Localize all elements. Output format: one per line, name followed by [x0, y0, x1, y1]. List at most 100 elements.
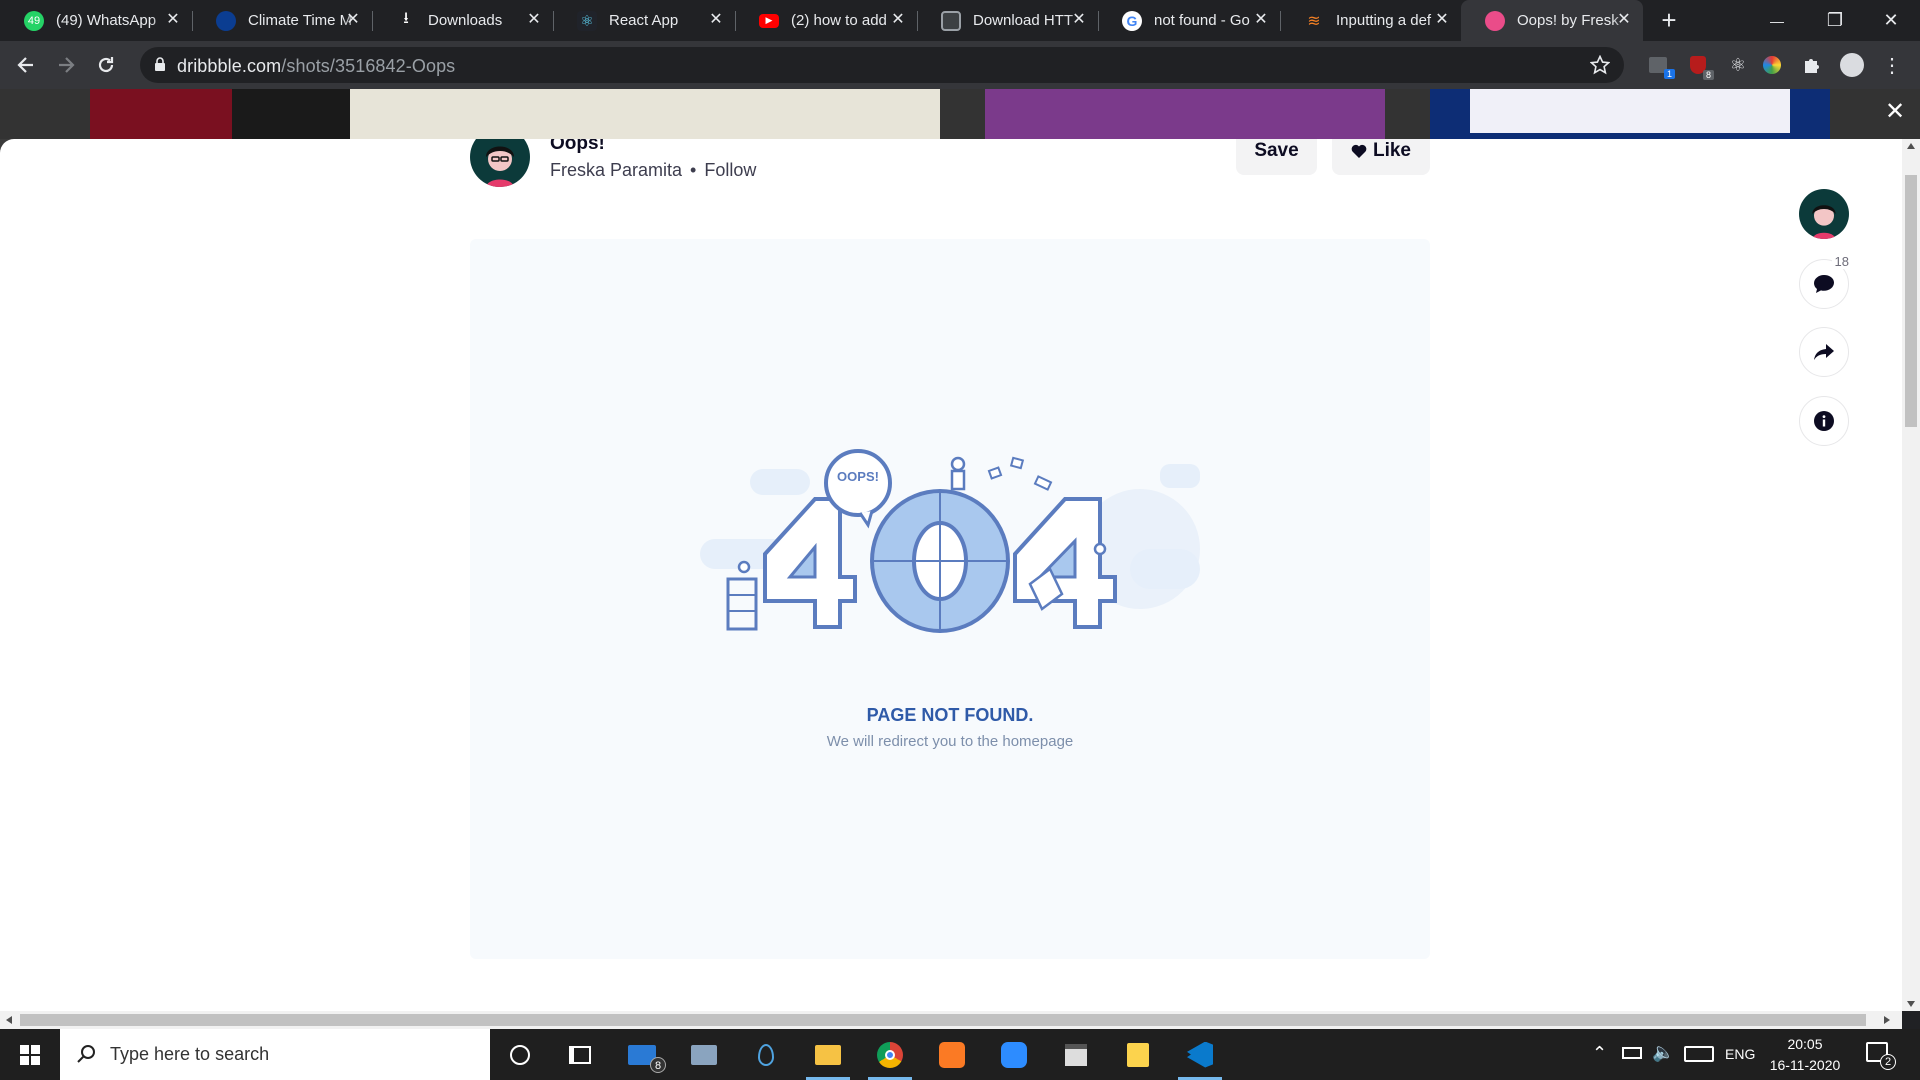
tab-dribbble-active[interactable]: Oops! by Fresk ✕ — [1461, 0, 1643, 41]
search-icon — [77, 1045, 95, 1063]
close-icon: ✕ — [1883, 10, 1899, 30]
search-placeholder: Type here to search — [110, 1044, 270, 1064]
minimize-button[interactable]: — — [1748, 0, 1806, 41]
whatsapp-icon: 49 — [24, 10, 44, 31]
drop-app-icon[interactable] — [738, 1029, 794, 1080]
file-explorer-icon[interactable] — [800, 1029, 856, 1080]
shot-image: OOPS! PAGE NOT FOUND. We will redirect y… — [470, 239, 1430, 959]
comment-icon — [1814, 275, 1834, 293]
scroll-down-arrow-icon[interactable] — [1907, 1001, 1915, 1007]
restore-icon: ❐ — [1826, 10, 1844, 30]
puzzle-extensions-icon[interactable] — [1800, 53, 1824, 77]
url-text: dribbble.com/shots/3516842-Oops — [177, 56, 455, 77]
start-button[interactable] — [2, 1029, 58, 1080]
close-tab-icon[interactable]: ✕ — [707, 11, 725, 29]
close-tab-icon[interactable]: ✕ — [1252, 11, 1270, 29]
horizontal-scroll-thumb[interactable] — [20, 1014, 1866, 1026]
background-shots-strip: ✕ — [0, 89, 1920, 139]
redirect-subtext: We will redirect you to the homepage — [826, 733, 1074, 750]
notification-count: 2 — [1880, 1054, 1896, 1070]
close-window-button[interactable]: ✕ — [1862, 0, 1920, 41]
close-tab-icon[interactable]: ✕ — [1433, 11, 1451, 29]
new-tab-button[interactable]: + — [1640, 0, 1698, 41]
page-not-found-heading: PAGE NOT FOUND. — [866, 705, 1034, 725]
share-arrow-icon — [1814, 344, 1834, 360]
react-icon: ⚛ — [577, 10, 597, 31]
share-button[interactable] — [1799, 327, 1849, 377]
close-tab-icon[interactable]: ✕ — [1070, 11, 1088, 29]
tab-react-app[interactable]: ⚛ React App ✕ — [553, 0, 735, 41]
separator-dot: • — [690, 160, 697, 180]
photos-app-icon[interactable] — [676, 1029, 732, 1080]
close-tab-icon[interactable]: ✕ — [344, 11, 362, 29]
mail-app-icon[interactable]: 8 — [614, 1029, 670, 1080]
arrow-right-icon — [59, 57, 75, 73]
volume-icon[interactable]: 🔈 — [1652, 1042, 1674, 1063]
follow-link[interactable]: Follow — [704, 160, 756, 181]
close-tab-icon[interactable]: ✕ — [164, 11, 182, 29]
tab-climate[interactable]: Climate Time M ✕ — [192, 0, 372, 41]
forward-button[interactable] — [50, 49, 82, 81]
scroll-up-arrow-icon[interactable] — [1907, 143, 1915, 149]
url-path: /shots/3516842-Oops — [281, 56, 456, 76]
language-indicator[interactable]: ENG — [1725, 1046, 1755, 1062]
tab-downloads[interactable]: ⭳ Downloads ✕ — [372, 0, 553, 41]
comments-button[interactable]: 18 — [1799, 254, 1852, 309]
tray-chevron-up-icon[interactable]: ⌃ — [1592, 1043, 1607, 1064]
page-icon — [941, 10, 961, 31]
save-button[interactable]: Save — [1236, 139, 1317, 175]
address-bar[interactable]: dribbble.com/shots/3516842-Oops — [140, 47, 1624, 83]
close-modal-button[interactable]: ✕ — [1880, 97, 1910, 127]
minimize-icon: — — [1770, 12, 1784, 29]
new-tab-icon: + — [1661, 5, 1677, 35]
nasa-icon — [216, 10, 236, 31]
task-view-icon[interactable] — [552, 1029, 608, 1080]
tab-youtube[interactable]: ▶ (2) how to add ✕ — [735, 0, 917, 41]
back-button[interactable] — [10, 49, 42, 81]
vscode-icon[interactable] — [1172, 1029, 1228, 1080]
tab-whatsapp[interactable]: 49 (49) WhatsApp ✕ — [0, 0, 192, 41]
rail-author-avatar[interactable] — [1799, 189, 1849, 239]
info-button[interactable] — [1799, 396, 1849, 446]
xampp-icon[interactable] — [924, 1029, 980, 1080]
scroll-left-arrow-icon[interactable] — [6, 1016, 12, 1024]
colorpicker-icon[interactable] — [1760, 53, 1784, 77]
store-icon[interactable] — [1048, 1029, 1104, 1080]
cortana-icon[interactable] — [492, 1029, 548, 1080]
404-illustration — [700, 449, 1200, 633]
chrome-icon[interactable] — [862, 1029, 918, 1080]
close-tab-icon[interactable]: ✕ — [889, 11, 907, 29]
tab-stackoverflow[interactable]: ≋ Inputting a def ✕ — [1280, 0, 1461, 41]
horizontal-scrollbar[interactable] — [0, 1011, 1902, 1029]
author-name-link[interactable]: Freska Paramita — [550, 160, 682, 181]
bookmark-star-icon[interactable] — [1590, 55, 1610, 75]
clock-time[interactable]: 20:05 — [1770, 1036, 1840, 1052]
reload-button[interactable] — [90, 49, 122, 81]
tab-title: (49) WhatsApp — [56, 12, 157, 29]
keyboard-icon[interactable] — [1684, 1046, 1714, 1062]
ublock-icon[interactable]: 8 — [1686, 53, 1714, 80]
tab-download-http[interactable]: Download HTT ✕ — [917, 0, 1098, 41]
profile-avatar[interactable] — [1840, 53, 1864, 77]
taskbar-search-box[interactable]: Type here to search — [60, 1029, 490, 1080]
google-icon: G — [1122, 10, 1142, 31]
heart-icon — [1351, 144, 1367, 158]
close-tab-icon[interactable]: ✕ — [1615, 11, 1633, 29]
react-devtools-icon[interactable]: ⚛ — [1726, 53, 1750, 77]
reload-icon — [98, 57, 114, 73]
restore-button[interactable]: ❐ — [1806, 0, 1864, 41]
like-button[interactable]: Like — [1332, 139, 1430, 175]
scroll-thumb[interactable] — [1905, 175, 1917, 427]
clock-date[interactable]: 16-11-2020 — [1764, 1057, 1846, 1073]
author-avatar[interactable] — [470, 139, 530, 187]
battery-icon[interactable] — [1622, 1047, 1642, 1059]
tab-google[interactable]: G not found - Go ✕ — [1098, 0, 1280, 41]
close-tab-icon[interactable]: ✕ — [525, 11, 543, 29]
file-manager-icon[interactable] — [1110, 1029, 1166, 1080]
extension-box-icon[interactable]: 1 — [1646, 53, 1675, 79]
menu-kebab-icon[interactable]: ⋮ — [1880, 53, 1904, 77]
vertical-scrollbar[interactable] — [1902, 139, 1920, 1011]
notification-center-icon[interactable]: 2 — [1866, 1042, 1896, 1070]
scroll-right-arrow-icon[interactable] — [1884, 1016, 1890, 1024]
zoom-icon[interactable] — [986, 1029, 1042, 1080]
